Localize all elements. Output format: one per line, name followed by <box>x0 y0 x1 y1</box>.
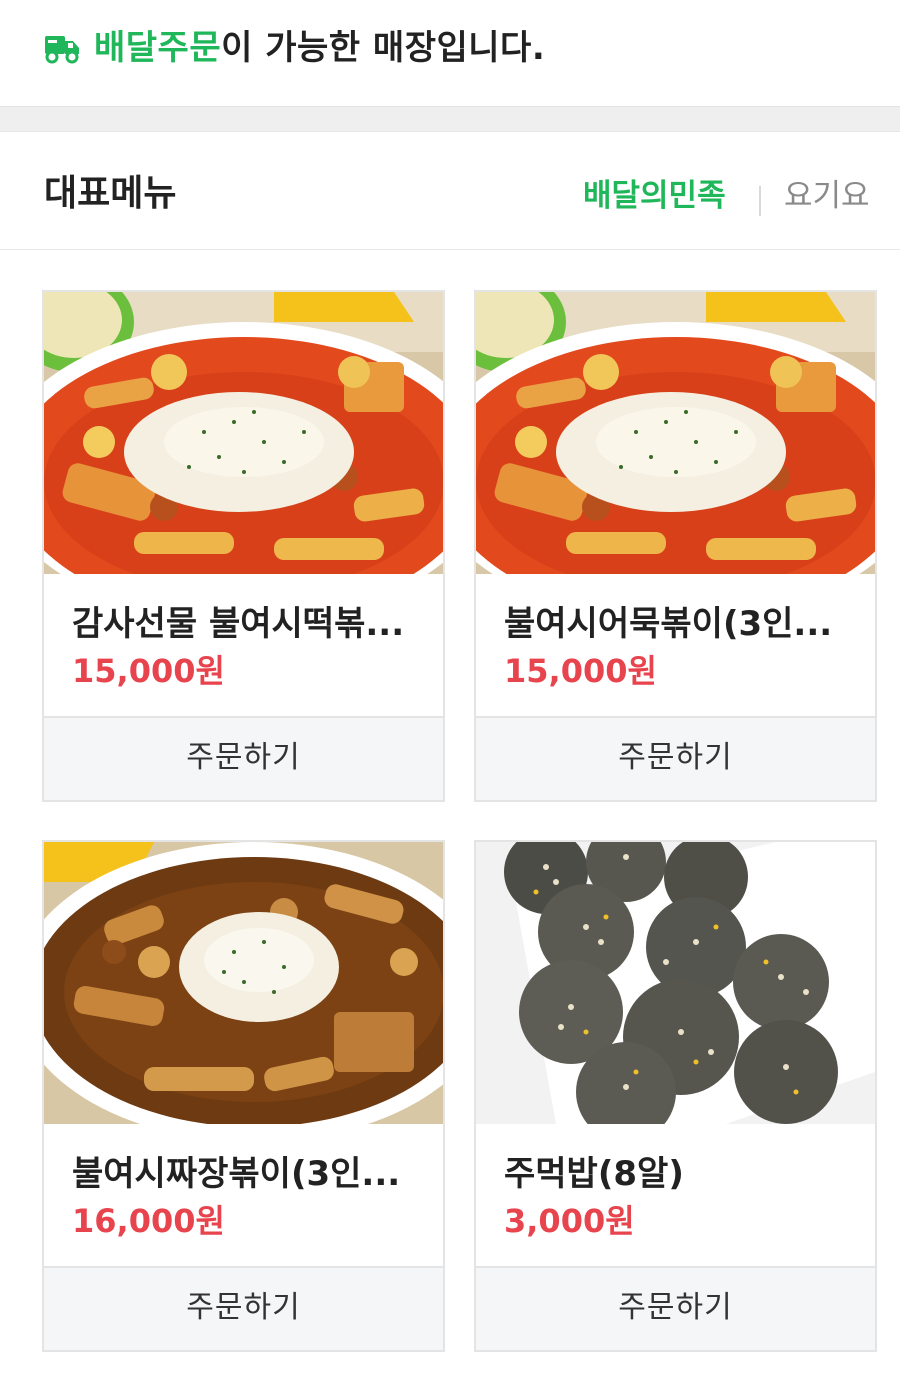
menu-card[interactable]: 불여시어묵볶이(3인... 15,000원 주문하기 <box>474 290 877 802</box>
menu-name: 주먹밥(8알) <box>504 1154 684 1194</box>
order-button[interactable]: 주문하기 <box>476 716 875 800</box>
menu-price: 15,000원 <box>72 652 225 690</box>
order-button-label: 주문하기 <box>618 740 733 775</box>
order-button-label: 주문하기 <box>186 1290 301 1325</box>
order-button[interactable]: 주문하기 <box>476 1266 875 1350</box>
delivery-truck-icon <box>45 36 79 64</box>
tab-separator <box>759 186 761 216</box>
red-tteokbokki-photo <box>44 292 443 574</box>
rice-ball-photo <box>476 842 875 1124</box>
tab-yogiyo[interactable]: 요기요 <box>784 176 870 216</box>
order-button[interactable]: 주문하기 <box>44 1266 443 1350</box>
menu-card[interactable]: 감사선물 불여시떡볶... 15,000원 주문하기 <box>42 290 445 802</box>
menu-price: 16,000원 <box>72 1202 225 1240</box>
jjajang-tteokbokki-photo <box>44 842 443 1124</box>
menu-price: 15,000원 <box>504 652 657 690</box>
section-title: 대표메뉴 <box>44 173 177 214</box>
menu-price: 3,000원 <box>504 1202 635 1240</box>
menu-name: 불여시어묵볶이(3인... <box>504 604 833 644</box>
order-button[interactable]: 주문하기 <box>44 716 443 800</box>
menu-name: 불여시짜장볶이(3인... <box>72 1154 401 1194</box>
menu-card[interactable]: 불여시짜장볶이(3인... 16,000원 주문하기 <box>42 840 445 1352</box>
tab-baemin[interactable]: 배달의민족 <box>583 176 726 216</box>
delivery-notice-rest: 이 가능한 매장입니다. <box>221 28 546 68</box>
red-tteokbokki-photo <box>476 292 875 574</box>
delivery-banner: 배달주문이 가능한 매장입니다. <box>0 0 900 106</box>
menu-section-header: 대표메뉴 배달의민족 요기요 <box>0 132 900 250</box>
order-button-label: 주문하기 <box>186 740 301 775</box>
delivery-notice: 배달주문이 가능한 매장입니다. <box>94 26 545 70</box>
delivery-highlight: 배달주문 <box>94 28 222 68</box>
section-divider <box>0 106 900 132</box>
order-button-label: 주문하기 <box>618 1290 733 1325</box>
menu-name: 감사선물 불여시떡볶... <box>72 604 405 644</box>
menu-card[interactable]: 주먹밥(8알) 3,000원 주문하기 <box>474 840 877 1352</box>
